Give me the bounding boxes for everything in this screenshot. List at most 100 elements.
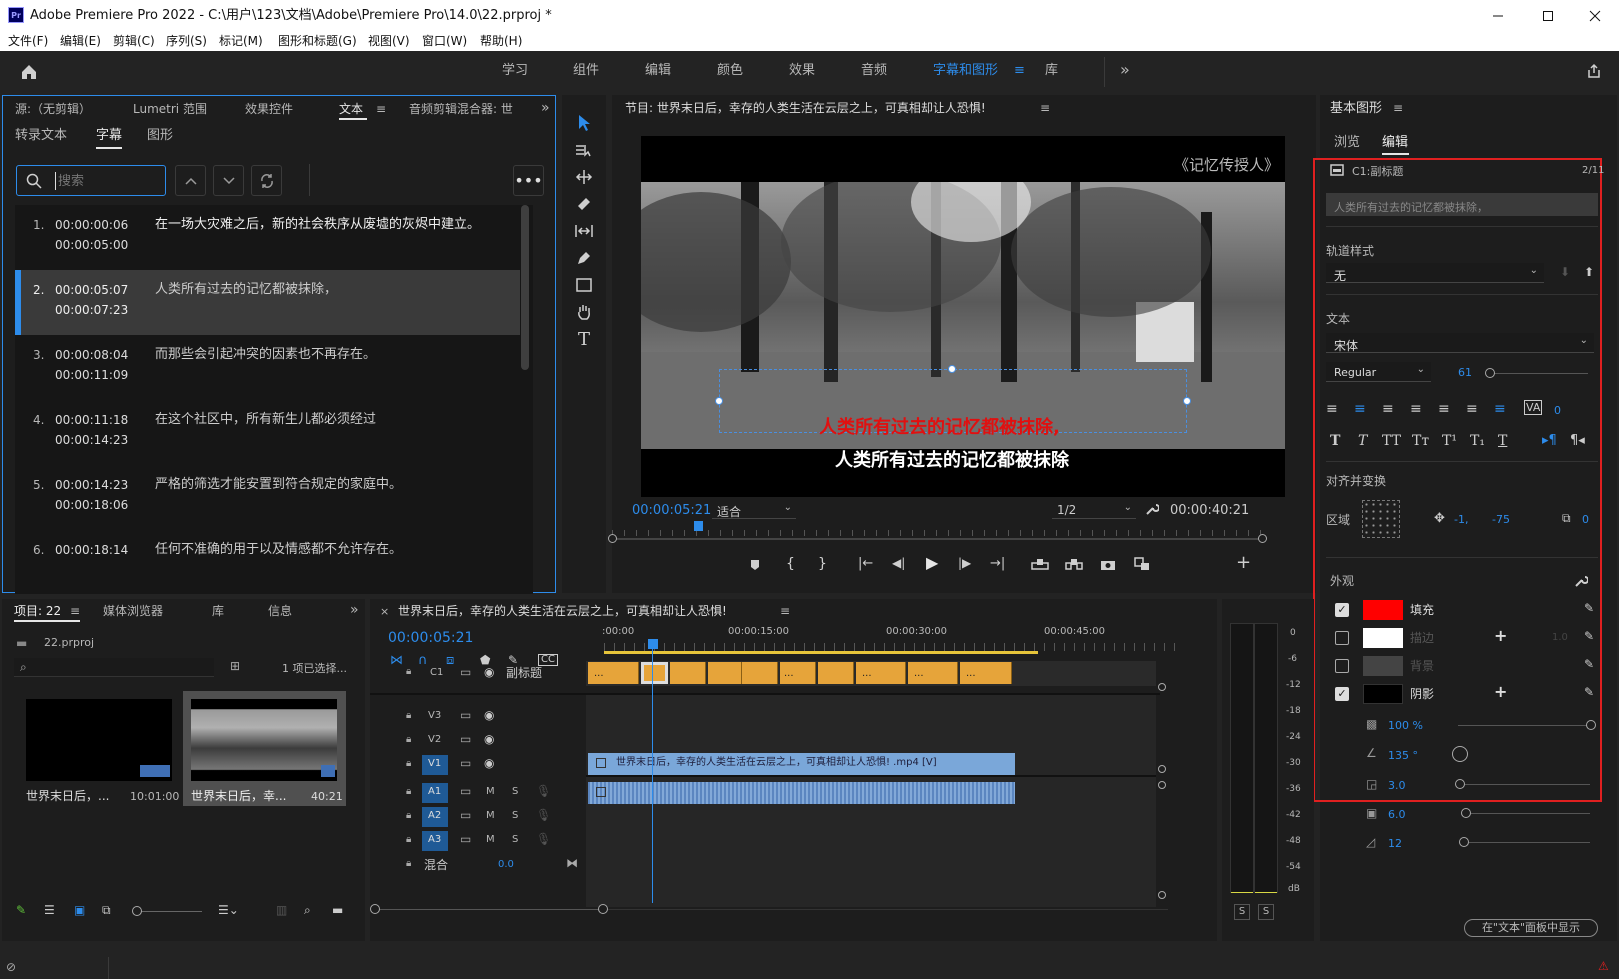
zoom-handle-right[interactable] [1258,534,1267,543]
fit-dropdown[interactable]: 适合 ⌄ [712,501,796,519]
close-icon[interactable] [1575,6,1615,26]
new-bin-bottom-icon[interactable]: ▬ [332,904,343,916]
underline-icon[interactable]: T [1498,434,1507,448]
icon-view-icon[interactable]: ▣ [74,904,85,916]
push-down-icon[interactable]: ⬇ [1560,266,1570,278]
track-label[interactable]: V2 [428,735,441,745]
project-item[interactable]: 世界末日后，... 10:01:00 [16,691,179,806]
distance-slider[interactable] [1465,784,1590,785]
add-marker-icon[interactable] [746,556,764,574]
go-to-end-icon[interactable]: ⧓ [566,857,578,869]
add-stroke-icon[interactable]: + [1494,628,1507,644]
vertical-scroll-handle[interactable] [1158,683,1166,691]
play-icon[interactable]: ▶ [926,555,938,571]
step-forward-icon[interactable]: |▶ [958,557,971,569]
subscript-icon[interactable]: T₁ [1470,434,1485,448]
lock-icon[interactable]: 🔒︎ [406,667,411,677]
timeline-playhead[interactable] [648,639,658,649]
solo-icon[interactable]: S [512,787,518,797]
video-frame[interactable]: 《记忆传授人》 人类所有过去的记忆都被抹除, 人类所有过去的记忆都被抹除 [641,136,1285,497]
solo-left-button[interactable]: S [1234,904,1250,920]
program-timecode[interactable]: 00:00:05:21 [632,504,711,517]
sync-lock-icon[interactable]: ▭ [460,709,471,721]
caption-clip[interactable] [742,662,778,684]
wrench-icon[interactable] [1142,499,1162,519]
font-size-handle[interactable] [1485,368,1495,378]
align-top-icon[interactable]: ≡ [1438,402,1450,416]
warning-icon[interactable]: ⚠ [1598,960,1609,972]
caption-row[interactable]: 3. 00:00:08:04 00:00:11:09 而那些会引起冲突的因素也不… [15,335,533,400]
menu-file[interactable]: 文件(F) [8,35,48,47]
caption-text[interactable]: 人类所有过去的记忆都被抹除， [155,283,337,296]
lock-icon[interactable]: 🔒︎ [406,787,411,797]
sync-lock-icon[interactable]: ▭ [460,785,471,797]
tab-effect-controls[interactable]: 效果控件 [245,103,293,115]
menu-marker[interactable]: 标记(M) [219,35,263,47]
align-right-icon[interactable]: ≡ [1382,402,1394,416]
add-button-icon[interactable]: + [1236,554,1251,572]
superscript-icon[interactable]: T¹ [1442,434,1457,448]
next-result-icon[interactable] [213,165,244,196]
resolution-dropdown[interactable]: 1/2 ⌄ [1052,501,1136,519]
justify-icon[interactable]: ≡ [1410,402,1422,416]
stroke-checkbox[interactable] [1335,631,1349,645]
eye-icon[interactable]: ◉ [484,666,494,678]
align-bottom-icon[interactable]: ≡ [1494,402,1506,416]
caption-clip[interactable]: ... [780,662,816,684]
step-back-icon[interactable]: ◀| [892,557,905,569]
all-caps-icon[interactable]: TT [1382,434,1401,448]
italic-icon[interactable]: T [1358,434,1367,448]
caption-clip[interactable]: ... [856,662,906,684]
caption-text[interactable]: 在这个社区中，所有新生儿都必须经过 [155,413,376,426]
font-style-dropdown[interactable]: Regular ⌄ [1326,362,1431,382]
eg-text-field[interactable]: 人类所有过去的记忆都被抹除， [1326,193,1598,216]
angle-dial[interactable] [1452,746,1468,762]
work-area-bar[interactable] [604,651,1038,654]
type-tool-icon[interactable]: T [572,327,596,351]
menu-help[interactable]: 帮助(H) [480,35,522,47]
sync-lock-icon[interactable]: ▭ [460,757,471,769]
ws-captions[interactable]: 字幕和图形 [933,64,998,77]
caption-clip[interactable]: ... [960,662,1012,684]
mute-icon[interactable]: M [486,835,495,845]
caption-search[interactable] [16,165,166,196]
wrench-icon[interactable] [1572,572,1590,590]
eyedropper-icon[interactable]: ✎ [1584,686,1594,698]
track-label[interactable]: V3 [428,711,441,721]
caption-track[interactable]: ... ... ... ... ... [586,661,1156,686]
region-grid-icon[interactable] [1362,500,1400,538]
bold-icon[interactable]: T [1330,434,1340,448]
caption-clip[interactable] [818,662,854,684]
tab-media-browser[interactable]: 媒体浏览器 [103,605,163,617]
replace-icon[interactable] [251,165,282,196]
sync-lock-icon[interactable]: ▭ [460,733,471,745]
timeline-timecode[interactable]: 00:00:05:21 [388,631,473,645]
stroke-width[interactable]: 1.0 [1552,633,1568,643]
selection-tool-icon[interactable] [572,111,596,135]
align-middle-icon[interactable]: ≡ [1466,402,1478,416]
eg-tab-edit[interactable]: 编辑 [1382,136,1408,149]
ws-more-icon[interactable]: » [1120,62,1130,78]
tab-info[interactable]: 信息 [268,605,292,617]
menu-sequence[interactable]: 序列(S) [166,35,207,47]
vertical-scroll-handle[interactable] [1158,891,1166,899]
rectangle-tool-icon[interactable] [572,273,596,297]
caption-clip-selected[interactable] [641,662,668,684]
sync-lock-icon[interactable]: ▭ [460,666,471,678]
vertical-scroll-handle[interactable] [1158,781,1166,789]
small-caps-icon[interactable]: Tт [1412,434,1429,448]
project-item-selected[interactable]: 世界末日后，幸... 40:21 [183,691,346,806]
caption-row[interactable]: 6. 00:00:18:14 任何不准确的用于以及情感都不允许存在。 [15,530,533,594]
vertical-scroll-handle[interactable] [1158,765,1166,773]
mix-value[interactable]: 0.0 [498,860,514,870]
font-size-value[interactable]: 61 [1458,367,1472,378]
ws-editing[interactable]: 编辑 [645,64,671,77]
tab-source[interactable]: 源:（无剪辑） [15,103,91,115]
project-search[interactable]: ⌕ [14,658,214,677]
eyedropper-icon[interactable]: ✎ [1584,602,1594,614]
caption-row[interactable]: 5. 00:00:14:23 00:00:18:06 严格的筛选才能安置到符合规… [15,465,533,530]
scale-value[interactable]: 0 [1582,514,1589,525]
shadow-checkbox[interactable]: ✓ [1335,687,1349,701]
freeform-view-icon[interactable]: ⧉ [102,904,111,916]
mark-in-icon[interactable]: { [786,557,795,571]
